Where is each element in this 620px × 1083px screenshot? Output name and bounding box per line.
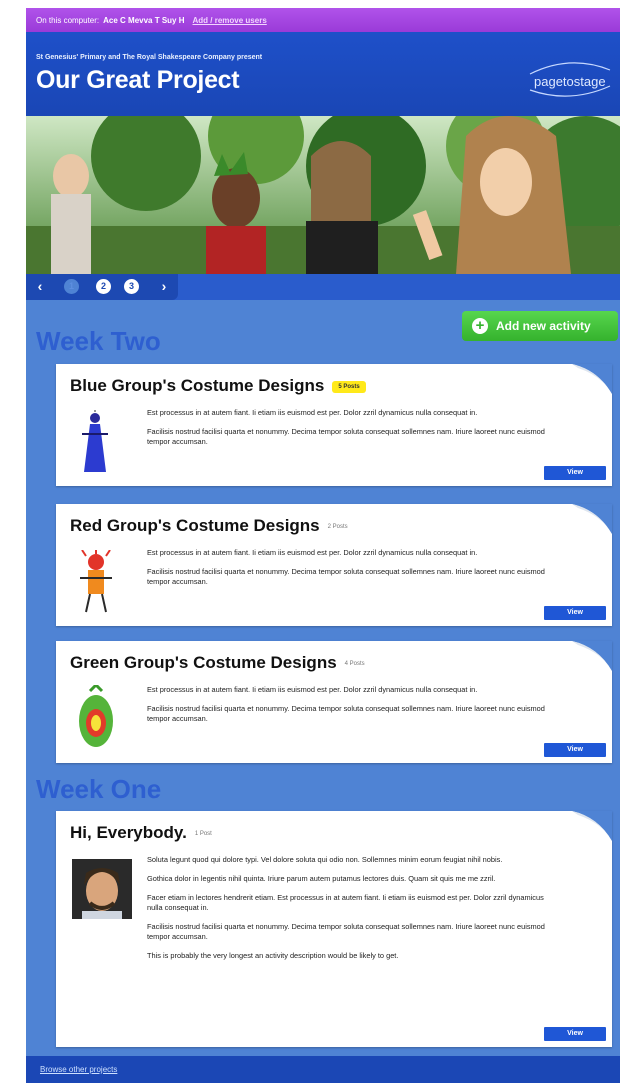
description-paragraph: Gothica dolor in legentis nihil quinta. … [147, 874, 496, 883]
posts-count: 2 Posts [327, 523, 348, 530]
description-paragraph: Facilisis nostrud facilisi quarta et non… [147, 427, 545, 446]
activity-title-text: Red Group's Costume Designs [70, 516, 320, 535]
add-new-activity-button[interactable]: + Add new activity [462, 311, 618, 341]
activity-description: Est processus in at autem fiant. Ii etia… [147, 408, 547, 456]
activity-card: Red Group's Costume Designs 2 Posts Est p… [56, 504, 612, 626]
pagetostage-logo: pagetostage [526, 60, 614, 100]
view-button[interactable]: View [544, 743, 606, 757]
posts-count: 4 Posts [344, 660, 365, 667]
description-paragraph: This is probably the very longest an act… [147, 951, 399, 960]
page-curl-icon [572, 811, 612, 841]
description-paragraph: Soluta legunt quod qui dolore typi. Vel … [147, 855, 503, 864]
activity-description: Est processus in at autem fiant. Ii etia… [147, 548, 547, 596]
next-arrow-icon[interactable]: › [156, 278, 172, 294]
blue-costume-drawing-icon [82, 410, 108, 472]
page-footer: Browse other projects [26, 1056, 620, 1083]
activity-title-text: Hi, Everybody. [70, 823, 187, 842]
description-paragraph: Est processus in at autem fiant. Ii etia… [147, 685, 478, 694]
add-remove-users-link[interactable]: Add / remove users [193, 16, 267, 25]
children-in-costume-photo [26, 116, 620, 274]
activity-title[interactable]: Hi, Everybody. 1 Post [70, 823, 212, 843]
activity-title[interactable]: Red Group's Costume Designs 2 Posts [70, 516, 348, 536]
week-heading: Week One [36, 774, 162, 804]
pager-dot-2[interactable]: 2 [96, 279, 111, 294]
activity-title[interactable]: Blue Group's Costume Designs 5 Posts [70, 376, 366, 396]
view-button[interactable]: View [544, 1027, 606, 1041]
activity-description: Est processus in at autem fiant. Ii etia… [147, 685, 547, 733]
plus-icon: + [472, 318, 488, 334]
page-curl-icon [572, 641, 612, 671]
red-costume-drawing-icon [80, 550, 112, 613]
posts-badge: 5 Posts [332, 380, 366, 393]
posts-count: 1 Post [194, 830, 212, 837]
activity-card: Green Group's Costume Designs 4 Posts Est… [56, 641, 612, 763]
page-curl-icon [572, 504, 612, 534]
project-page: On this computer: Ace C Mevva T Suy H Ad… [26, 8, 620, 1083]
activity-card: Hi, Everybody. 1 Post Soluta legunt quod … [56, 811, 612, 1047]
hero-pager: ‹ 1 2 3 › [26, 274, 620, 300]
prev-arrow-icon[interactable]: ‹ [32, 278, 48, 294]
project-header: St Genesius' Primary and The Royal Shake… [26, 32, 620, 116]
description-paragraph: Est processus in at autem fiant. Ii etia… [147, 548, 478, 557]
activity-card: Blue Group's Costume Designs 5 Posts Est … [56, 364, 612, 486]
project-title: Our Great Project [36, 66, 240, 94]
pager-dot-1[interactable]: 1 [64, 279, 79, 294]
activity-title-text: Blue Group's Costume Designs [70, 376, 325, 395]
description-paragraph: Facilisis nostrud facilisi quarta et non… [147, 922, 545, 941]
week-heading: Week Two [36, 326, 161, 356]
logo-text: pagetostage [534, 74, 606, 89]
green-costume-drawing-icon [79, 685, 113, 747]
description-paragraph: Est processus in at autem fiant. Ii etia… [147, 408, 478, 417]
pager-dot-3[interactable]: 3 [124, 279, 139, 294]
page-curl-icon [572, 364, 612, 394]
browse-other-projects-link[interactable]: Browse other projects [40, 1065, 117, 1074]
project-subtitle: St Genesius' Primary and The Royal Shake… [36, 54, 263, 61]
current-users: Ace C Mevva T Suy H [103, 15, 185, 25]
hero-photo [26, 116, 620, 274]
activity-title[interactable]: Green Group's Costume Designs 4 Posts [70, 653, 365, 673]
user-bar-prefix: On this computer: [36, 15, 100, 25]
description-paragraph: Facilisis nostrud facilisi quarta et non… [147, 567, 545, 586]
activity-title-text: Green Group's Costume Designs [70, 653, 337, 672]
author-photo-avatar [72, 859, 132, 919]
activity-description: Soluta legunt quod qui dolore typi. Vel … [147, 855, 547, 970]
description-paragraph: Facilisis nostrud facilisi quarta et non… [147, 704, 545, 723]
description-paragraph: Facer etiam in lectores hendrerit etiam.… [147, 893, 544, 912]
add-new-activity-label: Add new activity [496, 319, 591, 333]
user-bar: On this computer: Ace C Mevva T Suy H Ad… [26, 8, 620, 32]
view-button[interactable]: View [544, 606, 606, 620]
view-button[interactable]: View [544, 466, 606, 480]
